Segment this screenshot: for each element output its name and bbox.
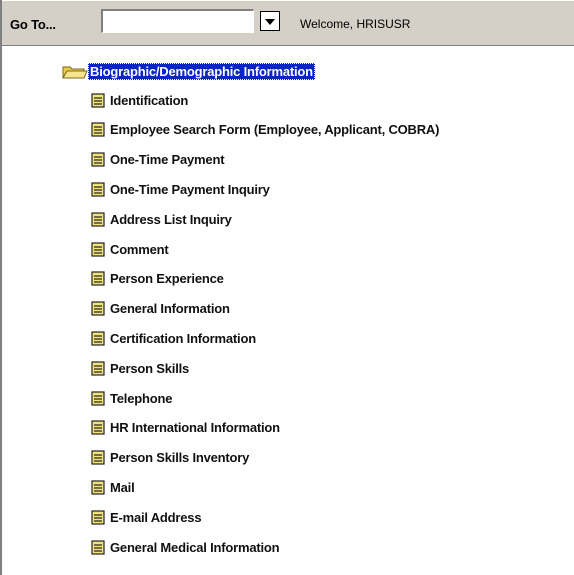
document-icon [91, 182, 105, 197]
tree-item-label: Person Skills Inventory [110, 450, 250, 466]
tree-item-label: HR International Information [110, 420, 280, 436]
goto-dropdown-button[interactable] [260, 11, 280, 31]
tree-item[interactable]: Person Skills [91, 358, 189, 378]
tree-item[interactable]: Person Experience [91, 269, 224, 289]
tree-folder-label: Biographic/Demographic Information [88, 62, 315, 80]
goto-input[interactable] [101, 9, 254, 33]
document-icon [91, 241, 105, 257]
tree-item[interactable]: General Information [91, 299, 230, 319]
tree-item[interactable]: Comment [91, 239, 169, 259]
document-icon [91, 450, 105, 465]
tree-item-label: General Information [110, 301, 230, 317]
application-frame: Go To... Welcome, HRISUSR Biographic/Dem… [0, 0, 574, 575]
tree-item-label: Person Experience [110, 271, 224, 287]
tree-item-label: Telephone [110, 390, 173, 406]
menu-tree: Biographic/Demographic Information Ident… [2, 46, 574, 575]
tree-item[interactable]: Employee Search Form (Employee, Applican… [91, 120, 439, 140]
tree-item[interactable]: General Medical Information [91, 537, 280, 557]
document-icon [91, 539, 105, 555]
document-icon [91, 301, 105, 316]
tree-item-label: Comment [110, 241, 169, 257]
document-icon [91, 420, 105, 435]
tree-item[interactable]: E-mail Address [91, 507, 202, 527]
document-icon [91, 122, 105, 137]
document-icon [91, 152, 105, 167]
tree-item-label: One-Time Payment [110, 152, 225, 168]
tree-item[interactable]: One-Time Payment [91, 150, 225, 170]
document-icon [91, 331, 105, 346]
tree-item-label: General Medical Information [110, 539, 280, 555]
tree-item[interactable]: Telephone [91, 388, 172, 408]
tree-item-label: Employee Search Form (Employee, Applican… [110, 122, 440, 138]
tree-item-label: E-mail Address [110, 509, 202, 525]
tree-item[interactable]: Certification Information [91, 328, 256, 348]
document-icon [91, 92, 105, 108]
tree-folder-biographic-demographic[interactable]: Biographic/Demographic Information [60, 60, 315, 82]
tree-item[interactable]: One-Time Payment Inquiry [91, 179, 270, 199]
tree-item-label: Address List Inquiry [110, 211, 232, 227]
open-folder-icon [60, 63, 88, 79]
tree-item-label: Person Skills [110, 360, 190, 376]
document-icon [91, 212, 105, 227]
tree-item[interactable]: Person Skills Inventory [91, 448, 249, 468]
welcome-message: Welcome, HRISUSR [300, 17, 411, 31]
document-icon [91, 510, 105, 525]
tree-item[interactable]: Mail [91, 477, 135, 497]
goto-toolbar: Go To... Welcome, HRISUSR [2, 0, 574, 46]
tree-item[interactable]: HR International Information [91, 418, 280, 438]
tree-item-label: One-Time Payment Inquiry [110, 181, 270, 197]
tree-item-label: Certification Information [110, 330, 256, 346]
chevron-down-icon [265, 19, 275, 25]
document-icon [91, 480, 105, 495]
document-icon [91, 361, 105, 376]
goto-label: Go To... [10, 17, 56, 32]
tree-item-label: Identification [110, 92, 189, 108]
tree-item-label: Mail [110, 479, 135, 495]
tree-item[interactable]: Address List Inquiry [91, 209, 232, 229]
document-icon [91, 271, 105, 286]
tree-item[interactable]: Identification [91, 90, 188, 110]
document-icon [91, 390, 105, 406]
